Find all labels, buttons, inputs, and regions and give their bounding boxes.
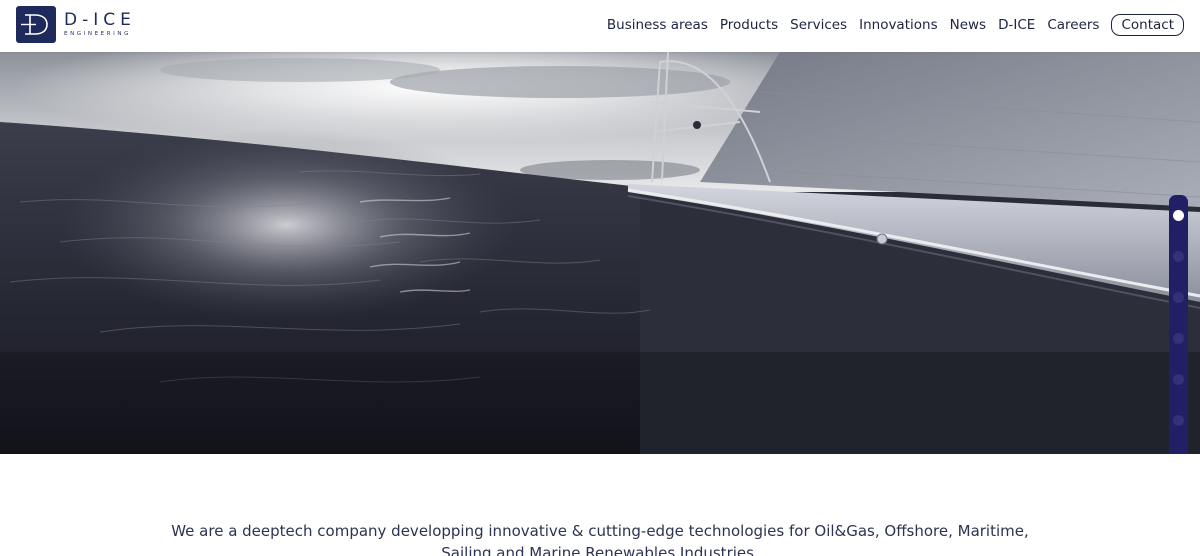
nav-item-d-ice[interactable]: D-ICE <box>998 17 1035 33</box>
slide-dot-5[interactable] <box>1173 374 1184 385</box>
brand-name: D-ICE <box>64 9 136 30</box>
intro-line-2: Sailing and Marine Renewables Industries… <box>441 544 759 556</box>
slide-pagination <box>1169 195 1188 454</box>
hero-video <box>0 52 1200 454</box>
slide-dot-4[interactable] <box>1173 333 1184 344</box>
brand-subtitle: ENGINEERING <box>64 30 131 37</box>
slide-dot-1[interactable] <box>1173 210 1184 221</box>
sailboat-at-sea-image <box>0 52 1200 454</box>
intro-line-1: We are a deeptech company developping in… <box>171 522 1029 540</box>
contact-button[interactable]: Contact <box>1111 14 1184 36</box>
slide-dot-6[interactable] <box>1173 415 1184 426</box>
nav-item-business-areas[interactable]: Business areas <box>607 17 708 33</box>
logo-text: D-ICE ENGINEERING <box>64 9 136 38</box>
intro-text: We are a deeptech company developping in… <box>0 520 1200 556</box>
nav-item-services[interactable]: Services <box>790 17 847 33</box>
logo-mark-icon <box>16 6 56 43</box>
nav-item-news[interactable]: News <box>950 17 986 33</box>
slide-dot-3[interactable] <box>1173 292 1184 303</box>
slide-dot-2[interactable] <box>1173 251 1184 262</box>
main-nav: Business areas Products Services Innovat… <box>595 14 1184 36</box>
nav-item-careers[interactable]: Careers <box>1047 17 1099 33</box>
brand-logo[interactable]: D-ICE ENGINEERING <box>16 6 136 43</box>
nav-item-products[interactable]: Products <box>720 17 778 33</box>
nav-item-innovations[interactable]: Innovations <box>859 17 938 33</box>
site-header: D-ICE ENGINEERING Business areas Product… <box>0 0 1200 52</box>
